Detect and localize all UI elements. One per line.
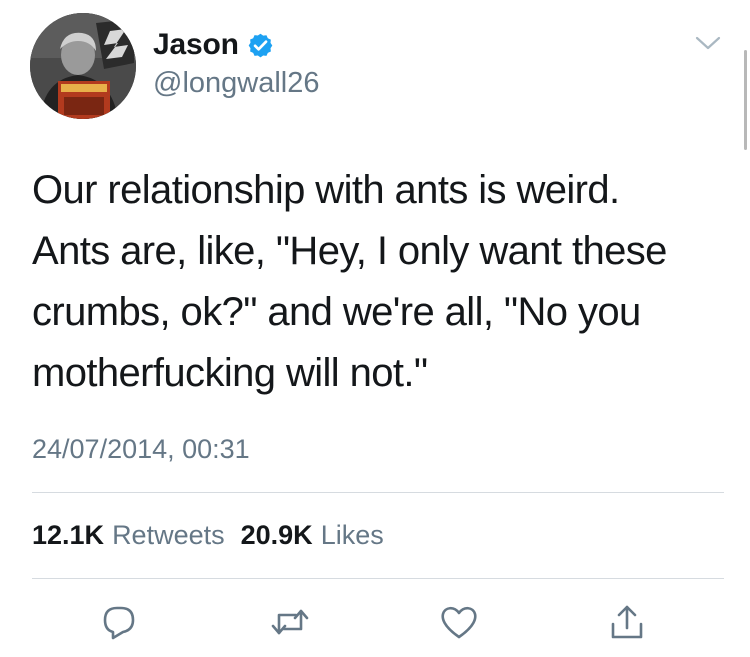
retweets-count: 12.1K — [32, 520, 105, 550]
tweet-timestamp[interactable]: 24/07/2014, 00:31 — [32, 433, 250, 465]
avatar[interactable] — [30, 13, 136, 119]
tweet-text-line: crumbs, ok?" and we're all, "No you — [32, 290, 641, 334]
author-handle[interactable]: @longwall26 — [153, 66, 319, 100]
likes-count: 20.9K — [240, 520, 313, 550]
chevron-down-icon[interactable] — [695, 33, 721, 53]
engagement-stats: 12.1K Retweets 20.9K Likes — [32, 519, 384, 551]
reply-icon[interactable] — [99, 602, 139, 642]
retweets-label: Retweets — [112, 520, 225, 550]
author-display-name[interactable]: Jason — [153, 28, 239, 62]
likes-stat[interactable]: 20.9K Likes — [241, 519, 384, 551]
tweet-text-line: motherfucking will not." — [32, 351, 428, 395]
retweets-stat[interactable]: 12.1K Retweets — [32, 519, 225, 551]
author-name-row: Jason — [153, 28, 274, 62]
tweet-text: Our relationship with ants is weird. Ant… — [32, 160, 732, 404]
verified-badge-icon — [248, 33, 273, 57]
tweet-text-line: Ants are, like, "Hey, I only want these — [32, 229, 667, 273]
share-icon[interactable] — [607, 602, 647, 642]
tweet-text-line: Our relationship with ants is weird. — [32, 168, 620, 212]
divider — [32, 578, 724, 579]
likes-label: Likes — [320, 520, 384, 550]
divider — [32, 492, 724, 493]
scrollbar[interactable] — [744, 50, 747, 150]
heart-icon[interactable] — [439, 602, 479, 642]
avatar-image — [30, 13, 136, 119]
retweet-icon[interactable] — [270, 602, 310, 642]
